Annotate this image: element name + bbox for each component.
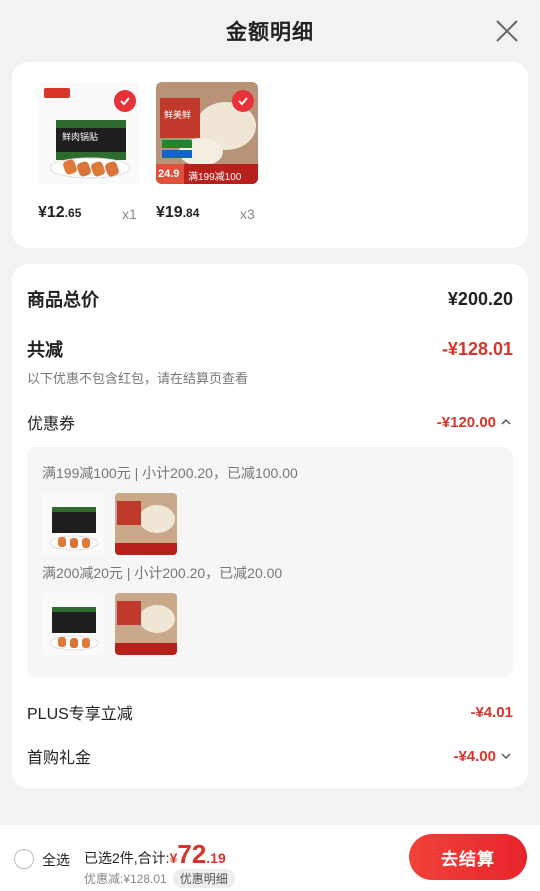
product-price: ¥12.65: [38, 204, 81, 222]
coupon-label: 优惠券: [27, 416, 76, 433]
discount-row: 共减 -¥128.01: [27, 336, 513, 362]
checkout-button[interactable]: 去结算: [409, 834, 527, 880]
chevron-down-icon[interactable]: [499, 749, 513, 763]
total-row: 商品总价 ¥200.20: [27, 286, 513, 312]
promo-price: 24.9: [158, 168, 180, 180]
product-thumb: [115, 493, 177, 555]
discount-value: -¥128.01: [441, 338, 513, 359]
product-qty: x1: [122, 206, 137, 222]
total-label: 商品总价: [27, 290, 99, 310]
plus-discount-row: PLUS专享立减 -¥4.01: [27, 700, 513, 724]
select-all-label[interactable]: 全选: [42, 850, 70, 870]
product-thumb: [42, 593, 104, 655]
coupon-line: 满200减20元 | 小计200.20，已减20.00: [42, 565, 283, 581]
total-currency: ¥: [169, 850, 178, 866]
plus-label: PLUS专享立减: [27, 706, 133, 723]
product-card: 鲜肉锅贴 ¥12.65 x1 鲜美鲜 24.9 满199减100 ¥19.84 …: [12, 62, 528, 248]
total-integer: 72: [177, 839, 207, 869]
page-title: 金额明细: [226, 21, 314, 44]
first-purchase-label: 首购礼金: [27, 750, 92, 767]
product-box-label: 鲜肉锅贴: [62, 132, 99, 142]
promo-tag: 满199减100: [188, 172, 242, 183]
discount-summary-text: 优惠减:¥128.01: [84, 872, 167, 886]
total-decimal: .19: [206, 850, 226, 866]
price-decimal: .84: [182, 206, 200, 220]
plus-value: -¥4.01: [470, 703, 513, 721]
selected-text: 已选2件,合计:: [84, 850, 170, 866]
first-purchase-value: -¥4.00: [453, 747, 496, 765]
select-all-radio[interactable]: [14, 849, 34, 869]
discount-note: 以下优惠不包含红包，请在结算页查看: [27, 371, 249, 386]
price-integer: ¥19: [156, 204, 183, 221]
discount-summary: 优惠减:¥128.01 优惠明细: [84, 869, 235, 888]
detail-pill[interactable]: 优惠明细: [172, 869, 235, 888]
header: 金额明细: [0, 0, 540, 62]
coupon-row[interactable]: 优惠券 -¥120.00: [27, 410, 513, 434]
price-integer: ¥12: [38, 204, 65, 221]
product-item[interactable]: 鲜肉锅贴: [38, 82, 140, 184]
total-value: ¥200.20: [447, 288, 513, 309]
chevron-up-icon[interactable]: [499, 415, 513, 429]
coupon-value: -¥120.00: [436, 413, 496, 431]
product-qty: x3: [240, 206, 255, 222]
product-box-label: 鲜美鲜: [164, 110, 192, 120]
amount-detail-card: 商品总价 ¥200.20 共减 -¥128.01 以下优惠不包含红包，请在结算页…: [12, 264, 528, 788]
product-price: ¥19.84: [156, 204, 199, 222]
coupon-detail-box: 满199减100元 | 小计200.20，已减100.00 满200减20元 |…: [27, 447, 513, 677]
coupon-line: 满199减100元 | 小计200.20，已减100.00: [42, 465, 298, 481]
checkmark-icon: [114, 90, 136, 112]
total-summary: 已选2件,合计: ¥ 72 .19: [84, 839, 226, 870]
close-icon[interactable]: [492, 16, 522, 46]
discount-label: 共减: [27, 340, 63, 360]
first-purchase-row[interactable]: 首购礼金 -¥4.00: [27, 744, 513, 768]
checkmark-icon: [232, 90, 254, 112]
product-thumb: [115, 593, 177, 655]
checkout-bar: 全选 已选2件,合计: ¥ 72 .19 优惠减:¥128.01 优惠明细 去结…: [0, 825, 540, 891]
product-thumb: [42, 493, 104, 555]
price-decimal: .65: [64, 206, 82, 220]
product-item[interactable]: 鲜美鲜 24.9 满199减100: [156, 82, 258, 184]
